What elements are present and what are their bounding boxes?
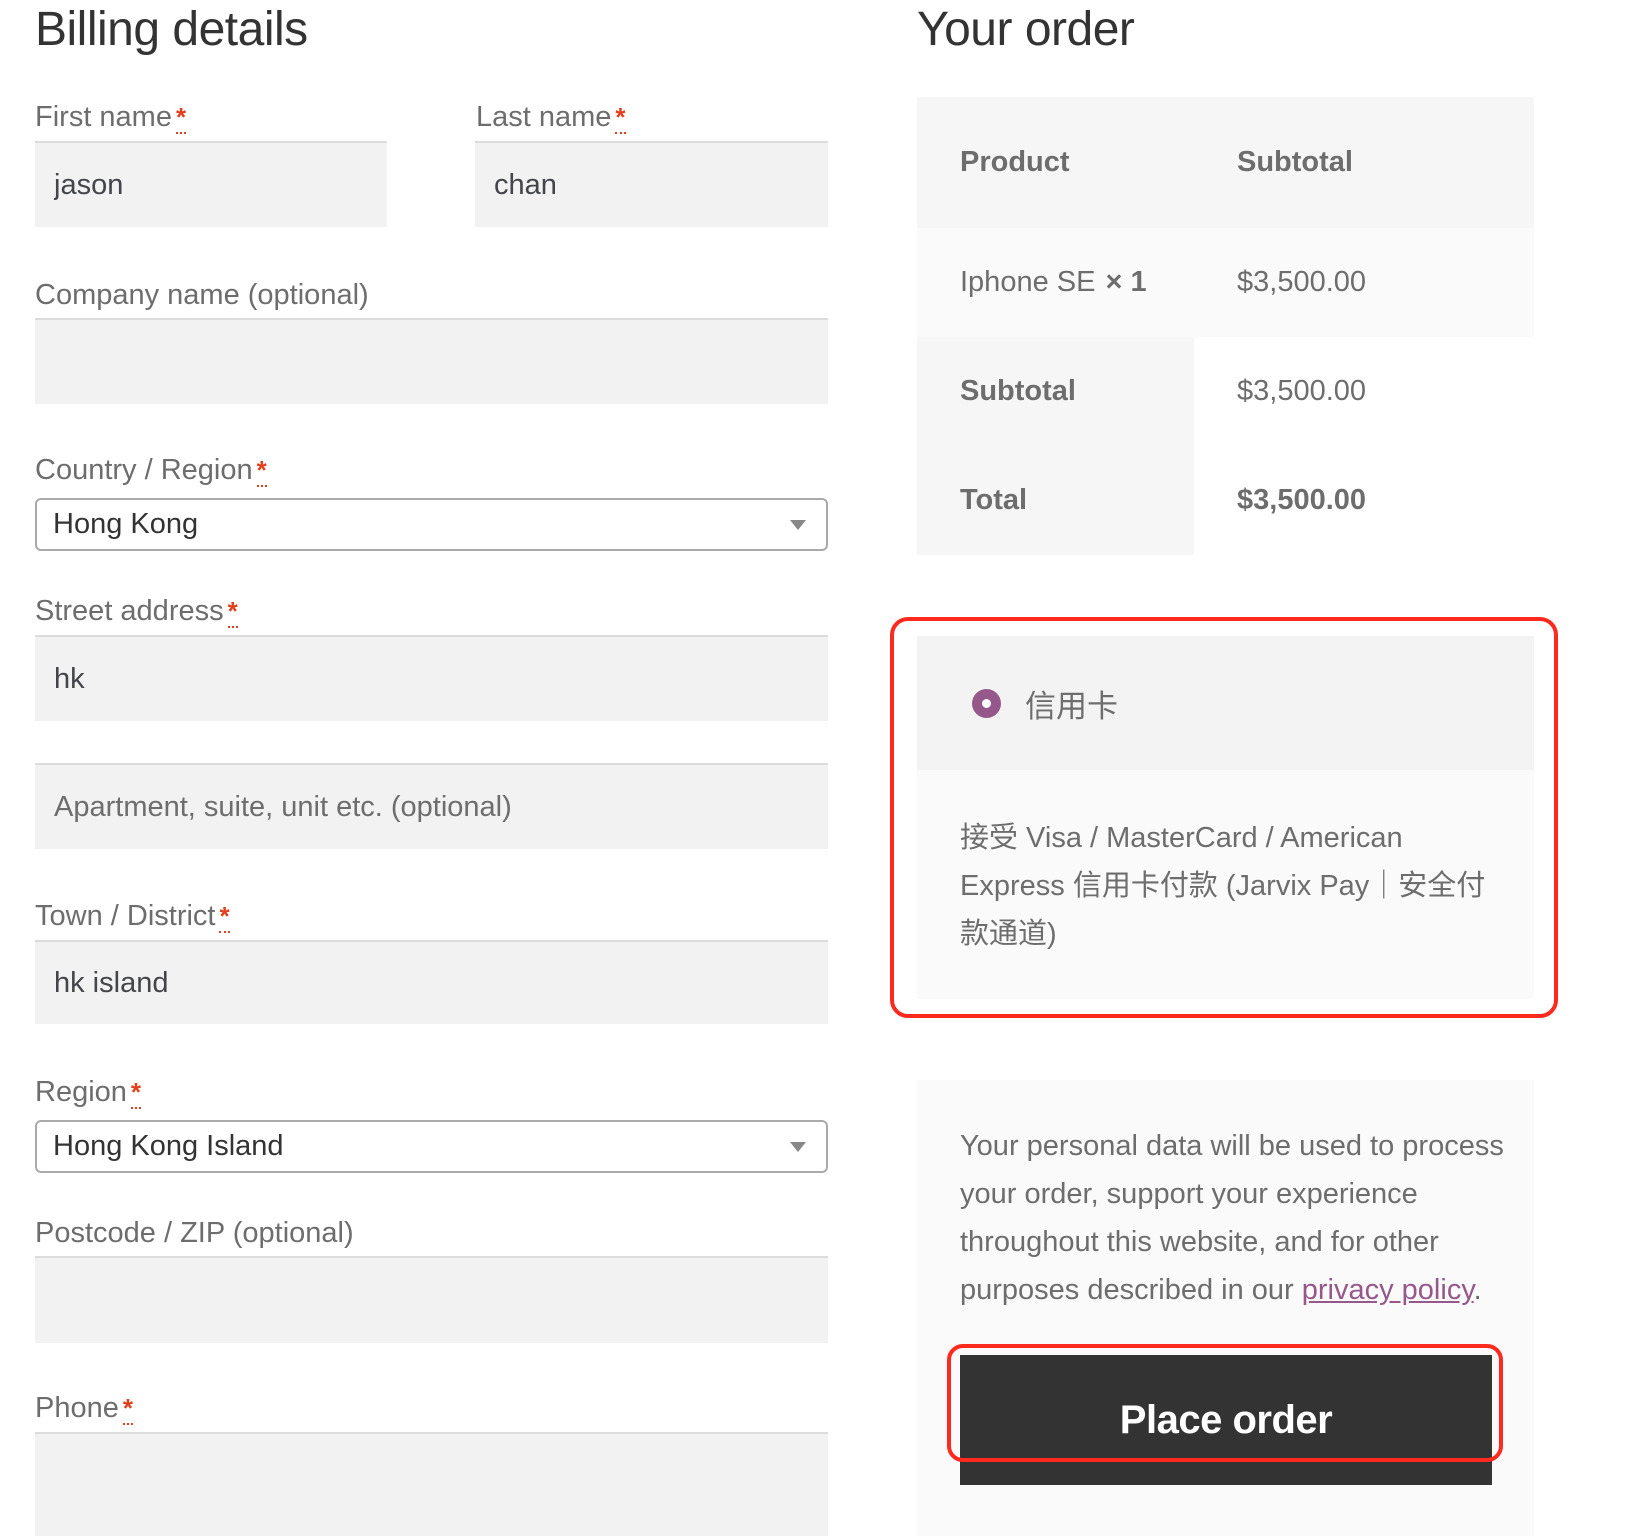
first-name-input[interactable] xyxy=(35,141,387,227)
order-title: Your order xyxy=(917,3,1135,56)
country-label-text: Country / Region xyxy=(35,454,253,486)
last-name-field: Last name * xyxy=(476,101,626,134)
street-address-input[interactable] xyxy=(35,635,828,721)
radio-selected-icon[interactable] xyxy=(972,688,1001,718)
privacy-text-end: . xyxy=(1473,1274,1482,1306)
payment-method-label: 信用卡 xyxy=(1025,688,1118,724)
column-header-subtotal: Subtotal xyxy=(1237,146,1353,178)
first-name-field: First name * xyxy=(35,101,187,134)
required-marker: * xyxy=(130,1077,142,1109)
region-label-text: Region xyxy=(35,1076,127,1108)
postcode-label: Postcode / ZIP (optional) xyxy=(35,1217,354,1249)
company-label: Company name (optional) xyxy=(35,279,369,311)
region-select[interactable]: Hong Kong Island xyxy=(35,1120,828,1173)
street-field: Street address * xyxy=(35,595,238,628)
table-header-row: Product Subtotal xyxy=(917,97,1534,228)
chevron-down-icon xyxy=(790,519,806,530)
town-label-text: Town / District xyxy=(35,900,216,932)
column-header-product: Product xyxy=(960,146,1070,178)
chevron-down-icon xyxy=(790,1141,806,1152)
street-address-line2-input[interactable] xyxy=(35,763,828,849)
product-quantity: × 1 xyxy=(1105,266,1147,298)
required-marker: * xyxy=(615,102,626,134)
last-name-label: Last name * xyxy=(476,101,626,134)
place-order-button[interactable]: Place order xyxy=(960,1355,1492,1485)
checkout-page: Billing details First name* Last name* C… xyxy=(0,0,1644,1536)
subtotal-label: Subtotal xyxy=(917,337,1194,446)
country-select-value: Hong Kong xyxy=(53,508,199,540)
postcode-field: Postcode / ZIP (optional) xyxy=(35,1219,354,1248)
town-field: Town / District * xyxy=(35,900,230,933)
total-row: Total $3,500.00 xyxy=(917,446,1534,555)
privacy-policy-link[interactable]: privacy policy xyxy=(1302,1274,1474,1306)
region-label: Region * xyxy=(35,1076,142,1109)
product-cell: Iphone SE × 1 xyxy=(917,228,1194,337)
required-marker: * xyxy=(219,901,230,933)
privacy-notice: Your personal data will be used to proce… xyxy=(960,1122,1520,1314)
payment-method-credit-card[interactable]: 信用卡 xyxy=(917,636,1534,770)
required-marker: * xyxy=(227,596,238,628)
phone-input[interactable] xyxy=(35,1432,828,1536)
total-value: $3,500.00 xyxy=(1194,446,1534,555)
product-name: Iphone SE xyxy=(960,266,1096,298)
payment-method-description: 接受 Visa / MasterCard / American Express … xyxy=(917,770,1534,999)
region-select-value: Hong Kong Island xyxy=(53,1130,284,1162)
first-name-label: First name * xyxy=(35,101,187,134)
country-label: Country / Region * xyxy=(35,454,267,487)
postcode-input[interactable] xyxy=(35,1256,828,1343)
total-label: Total xyxy=(917,446,1194,555)
last-name-input[interactable] xyxy=(475,141,828,227)
subtotal-row: Subtotal $3,500.00 xyxy=(917,337,1534,446)
phone-label: Phone * xyxy=(35,1392,133,1425)
town-label: Town / District * xyxy=(35,900,230,933)
required-marker: * xyxy=(256,455,267,487)
last-name-label-text: Last name xyxy=(476,101,612,133)
required-marker: * xyxy=(122,1393,133,1425)
street-label-text: Street address xyxy=(35,595,224,627)
table-row: Iphone SE × 1 $3,500.00 xyxy=(917,228,1534,337)
billing-title: Billing details xyxy=(35,3,308,56)
order-review-table: Product Subtotal Iphone SE × 1 $3,500.00 … xyxy=(917,97,1534,555)
country-field: Country / Region * xyxy=(35,454,267,487)
company-field: Company name (optional) xyxy=(35,281,369,310)
country-select[interactable]: Hong Kong xyxy=(35,498,828,551)
first-name-label-text: First name xyxy=(35,101,172,133)
product-subtotal: $3,500.00 xyxy=(1237,266,1367,298)
region-field: Region * xyxy=(35,1076,142,1109)
payment-methods: 信用卡 接受 Visa / MasterCard / American Expr… xyxy=(917,636,1534,999)
street-label: Street address * xyxy=(35,595,238,628)
town-input[interactable] xyxy=(35,940,828,1024)
company-input[interactable] xyxy=(35,318,828,404)
phone-label-text: Phone xyxy=(35,1392,119,1424)
required-marker: * xyxy=(175,102,187,134)
phone-field: Phone * xyxy=(35,1392,133,1425)
subtotal-value: $3,500.00 xyxy=(1194,337,1534,446)
